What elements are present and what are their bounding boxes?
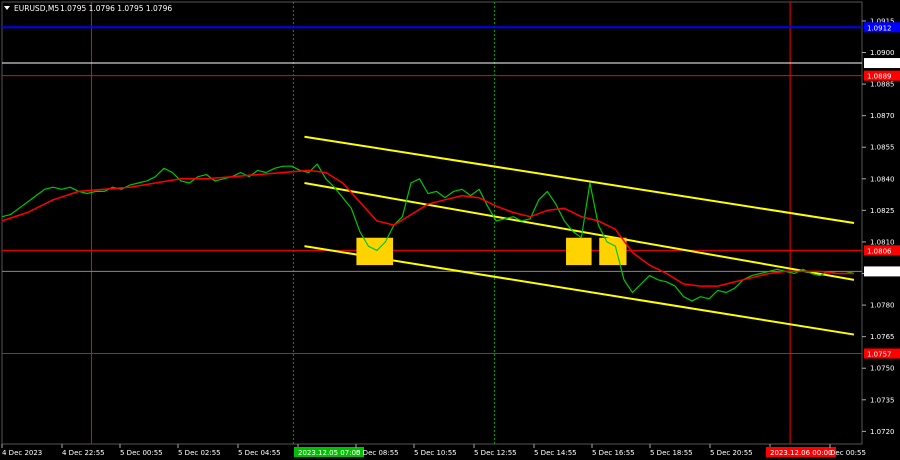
x-tick-label: 5 Dec 08:55 <box>356 449 399 457</box>
x-tick-label: 5 Dec 14:55 <box>534 449 577 457</box>
level-price-label: 1.0806 <box>867 247 892 255</box>
x-tick-label: 5 Dec 16:55 <box>592 449 635 457</box>
y-tick-label: 1.0765 <box>870 333 895 341</box>
y-tick-label: 1.0720 <box>870 428 895 436</box>
signal-box <box>356 237 394 266</box>
y-tick-label: 1.0810 <box>870 238 895 246</box>
x-tick-label: 5 Dec 18:55 <box>650 449 693 457</box>
current-price-label: 1.0796 <box>867 268 892 276</box>
symbol-label: EURUSD,M5 <box>14 4 59 13</box>
level-price-label: 1.0912 <box>867 24 892 32</box>
level-price-label: 1.0895 <box>867 60 892 68</box>
level-price-label: 1.0889 <box>867 73 892 81</box>
x-tick-label: 2023.12.05 07:00 <box>298 449 360 457</box>
y-tick-label: 1.0870 <box>870 112 895 120</box>
chart-header: EURUSD,M5 1.0795 1.0796 1.0795 1.0796 <box>4 4 172 13</box>
y-tick-label: 1.0840 <box>870 175 895 183</box>
x-tick-label: 2023.12.06 00:00 <box>770 449 832 457</box>
y-tick-label: 1.0855 <box>870 144 895 152</box>
signal-box <box>599 237 627 266</box>
x-tick-label: 5 Dec 20:55 <box>710 449 753 457</box>
chart-window: 1.0915 1.0900 1.0885 1.0870 1.0855 1.0840 1.08… <box>0 0 900 460</box>
signal-box <box>566 237 592 266</box>
ohlc-label: 1.0795 1.0796 1.0795 1.0796 <box>60 4 172 13</box>
chart-background <box>0 0 900 460</box>
y-tick-label: 1.0750 <box>870 365 895 373</box>
x-tick-label: 4 Dec 2023 <box>2 449 42 457</box>
y-tick-label: 1.0780 <box>870 302 895 310</box>
x-tick-label: 4 Dec 22:55 <box>62 449 105 457</box>
y-tick-label: 1.0885 <box>870 81 895 89</box>
y-tick-label: 1.0900 <box>870 49 895 57</box>
y-tick-label: 1.0735 <box>870 396 895 404</box>
level-price-label: 1.0757 <box>867 350 892 358</box>
x-tick-label: 5 Dec 04:55 <box>238 449 281 457</box>
price-chart[interactable]: 1.09151.09001.08851.08701.08551.08401.08… <box>0 0 900 460</box>
x-tick-label: 5 Dec 10:55 <box>414 449 457 457</box>
x-tick-label: Dec 00:55 <box>830 449 866 457</box>
y-tick-label: 1.0825 <box>870 207 895 215</box>
x-tick-label: 5 Dec 02:55 <box>178 449 221 457</box>
x-tick-label: 5 Dec 12:55 <box>474 449 517 457</box>
x-tick-label: 5 Dec 00:55 <box>120 449 163 457</box>
